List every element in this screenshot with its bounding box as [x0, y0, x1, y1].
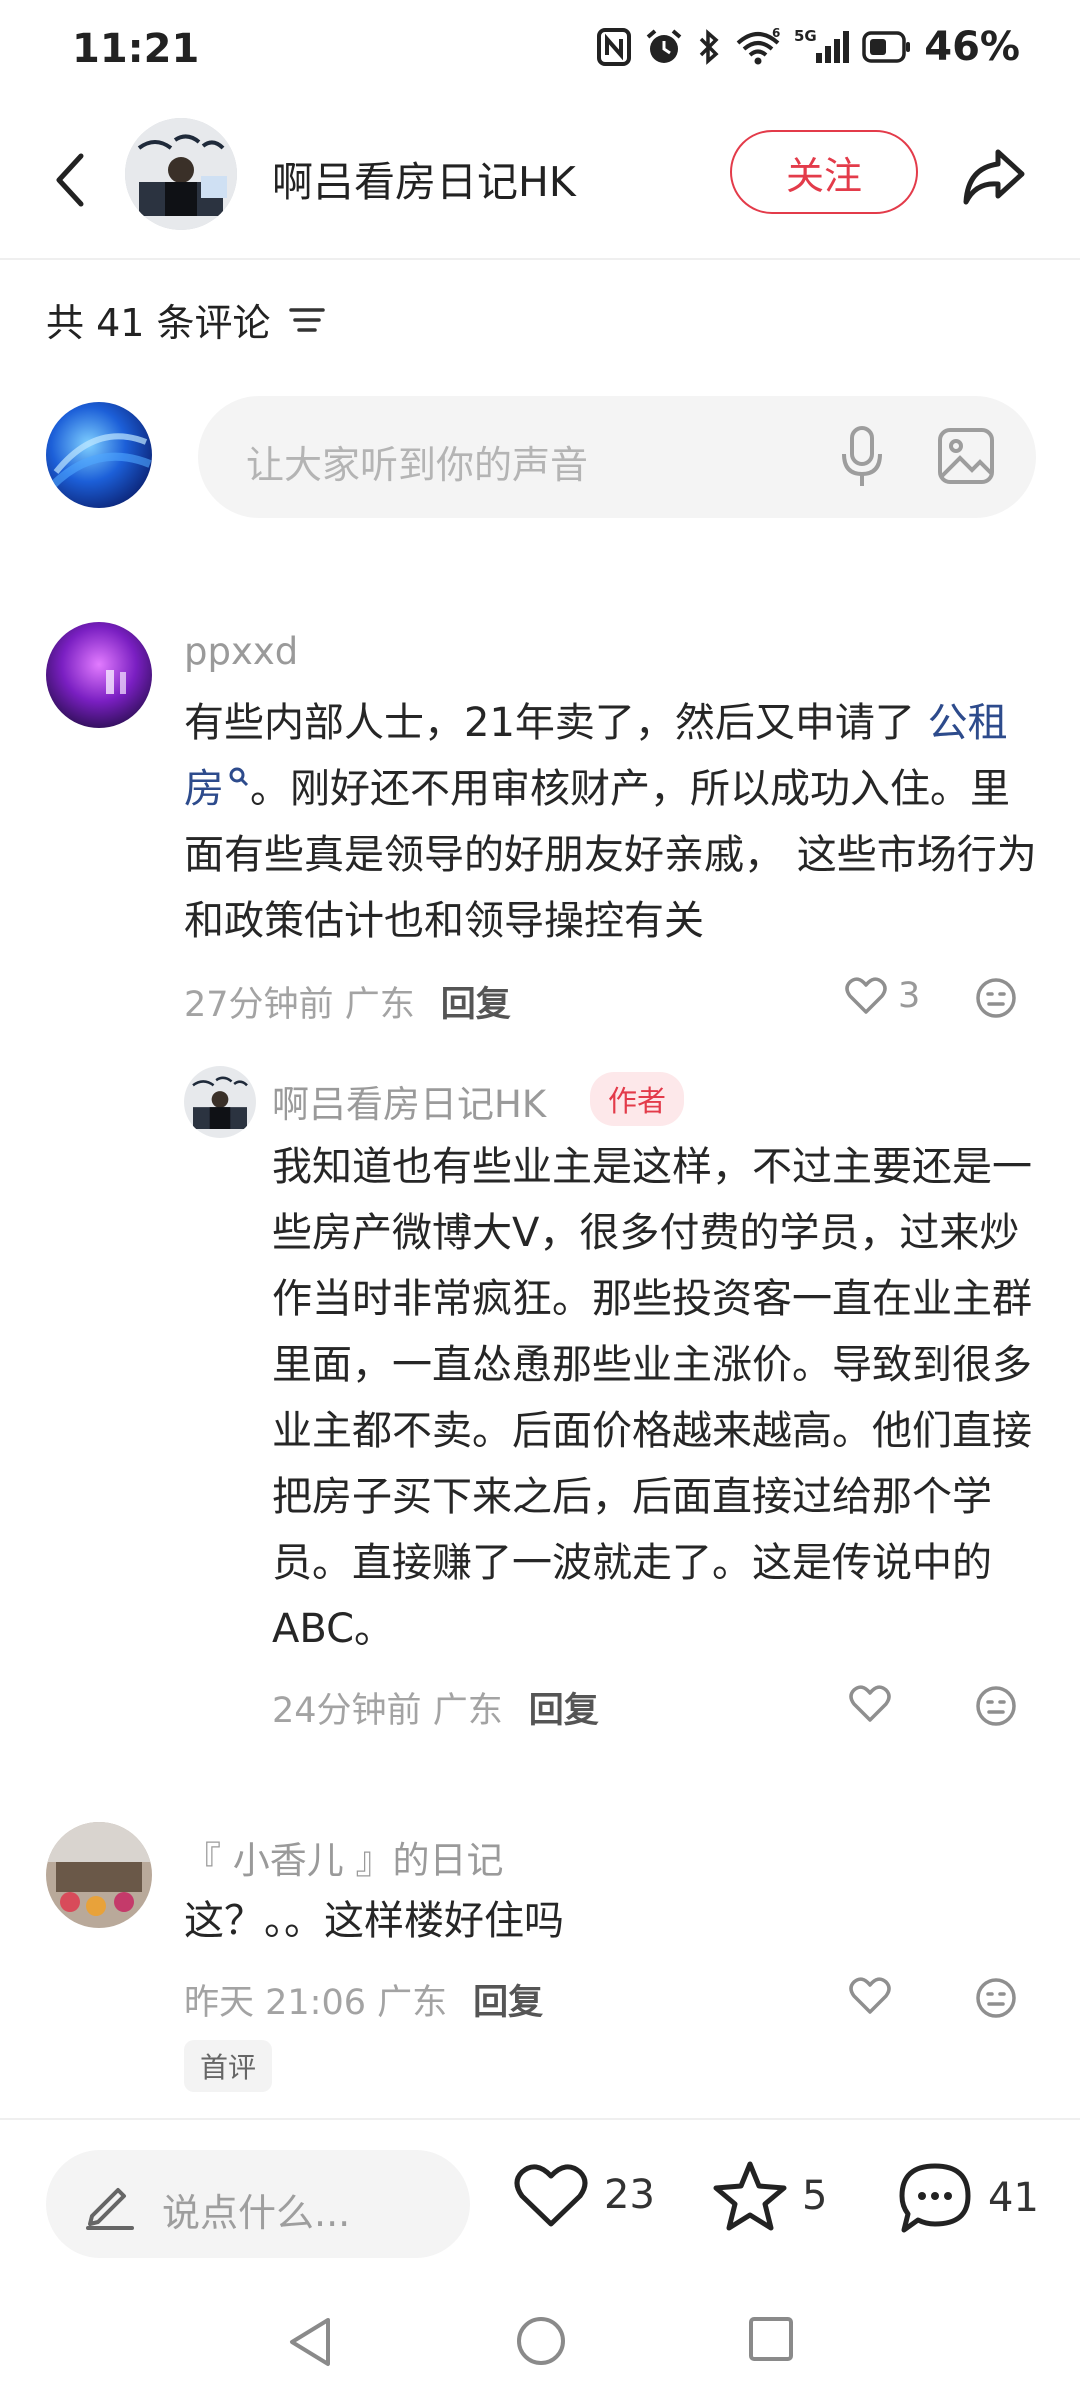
- battery-level: 46%: [924, 24, 1020, 70]
- nav-home-button[interactable]: [514, 2314, 568, 2372]
- reply-text: 我知道也有些业主是这样，不过主要还是一些房产微博大V，很多付费的学员，过来炒作当…: [272, 1144, 1032, 1652]
- wifi-level-text: 6: [772, 27, 780, 40]
- replier-avatar[interactable]: [184, 1066, 256, 1138]
- post-comment-button[interactable]: 41: [896, 2160, 1039, 2236]
- microphone-icon[interactable]: [838, 424, 886, 490]
- my-avatar: [46, 402, 152, 508]
- share-icon: [963, 149, 1025, 205]
- comment-count: 共 41 条评论: [46, 301, 271, 345]
- heart-icon: [849, 1977, 891, 2014]
- signal-icon: 5G: [794, 27, 850, 63]
- comment-time: 昨天 21:06: [184, 1983, 366, 2023]
- comment-time: 27分钟前: [184, 985, 334, 1025]
- heart-icon: [514, 2164, 588, 2227]
- comment-text: 这？。。这样楼好住吗: [184, 1898, 564, 1944]
- commenter-name[interactable]: 『 小香儿 』的日记: [184, 1830, 504, 1884]
- heart-icon: [845, 977, 887, 1014]
- comment-location: 广东: [377, 1983, 448, 2023]
- comment-count-row: 共 41 条评论: [46, 292, 325, 347]
- reply-button[interactable]: 回复: [473, 1974, 543, 2025]
- avatar-image: [125, 118, 237, 230]
- react-button[interactable]: [974, 976, 1018, 1024]
- avatar-image: [46, 402, 152, 508]
- comment-input-placeholder: 让大家听到你的声音: [246, 443, 589, 487]
- network-type-text: 5G: [794, 27, 817, 45]
- avatar-image: [46, 622, 152, 728]
- heart-icon: [849, 1685, 891, 1722]
- search-icon: [229, 767, 249, 786]
- battery-icon: [862, 31, 911, 63]
- system-nav-bar: [0, 2290, 1080, 2400]
- emoji-face-icon: [976, 1686, 1016, 1726]
- author-badge: 作者: [590, 1072, 685, 1126]
- comment-meta: 27分钟前 广东 回复: [184, 976, 511, 1027]
- comment-text: 有些内部人士，21年卖了，然后又申请了 公租房 。刚好还不用审核财产，所以成功入住…: [184, 690, 1040, 954]
- post-comment-count: 41: [988, 2175, 1039, 2221]
- bottom-comment-input[interactable]: 说点什么...: [46, 2150, 470, 2258]
- like-count: 3: [898, 976, 921, 1016]
- nav-recents-button[interactable]: [746, 2314, 796, 2368]
- like-button[interactable]: [848, 1684, 892, 1724]
- emoji-face-icon: [976, 1978, 1016, 2018]
- triangle-back-icon: [290, 2318, 330, 2366]
- circle-home-icon: [517, 2317, 565, 2365]
- nav-back-button[interactable]: [284, 2314, 334, 2374]
- commenter-avatar[interactable]: [46, 622, 152, 728]
- reply-button[interactable]: 回复: [441, 976, 511, 1027]
- status-icons: 6 5G 46%: [596, 24, 1020, 70]
- reply-button[interactable]: 回复: [529, 1682, 599, 1733]
- commenter-avatar[interactable]: [46, 1822, 152, 1928]
- alarm-icon: [646, 29, 682, 63]
- pencil-icon: [86, 2188, 134, 2230]
- sort-filter-icon[interactable]: [288, 304, 325, 336]
- avatar-image: [46, 1822, 152, 1928]
- wifi-icon: 6: [736, 27, 781, 65]
- replier-name[interactable]: 啊吕看房日记HK: [272, 1074, 546, 1128]
- chevron-left-icon: [56, 153, 84, 207]
- post-favorite-count: 5: [802, 2173, 828, 2219]
- bottom-action-bar: 说点什么... 23 5 41: [0, 2118, 1080, 2288]
- comment-location: 广东: [344, 985, 415, 1025]
- first-comment-badge: 首评: [184, 2040, 273, 2092]
- follow-button[interactable]: 关注: [730, 130, 918, 214]
- avatar-image: [184, 1066, 256, 1138]
- comments-page: { "status_bar": { "time": "11:21", "netw…: [0, 0, 1080, 2400]
- reply-location: 广东: [432, 1691, 503, 1731]
- back-button[interactable]: [40, 142, 100, 218]
- post-favorite-button[interactable]: 5: [712, 2160, 827, 2232]
- commenter-name[interactable]: ppxxd: [184, 630, 298, 673]
- comment-text-part: 有些内部人士，21年卖了，然后又申请了: [184, 700, 915, 746]
- comment-time-location: 昨天 21:06 广东: [184, 1974, 447, 2025]
- bottom-input-placeholder: 说点什么...: [162, 2191, 351, 2235]
- image-icon[interactable]: [936, 426, 996, 486]
- header: 啊吕看房日记HK 关注: [0, 100, 1080, 260]
- reply-time: 24分钟前: [272, 1691, 422, 1731]
- emoji-face-icon: [976, 978, 1016, 1018]
- react-button[interactable]: [974, 1976, 1018, 2024]
- nfc-icon: [597, 28, 632, 66]
- account-name[interactable]: 啊吕看房日记HK: [272, 148, 576, 208]
- comment-meta: 昨天 21:06 广东 回复: [184, 1974, 543, 2025]
- like-button[interactable]: 3: [844, 976, 920, 1016]
- comment-time-location: 27分钟前 广东: [184, 976, 415, 1027]
- bluetooth-icon: [700, 29, 719, 65]
- like-button[interactable]: [848, 1976, 892, 2016]
- clock: 11:21: [72, 26, 200, 72]
- reply-meta: 24分钟前 广东 回复: [272, 1682, 599, 1733]
- account-avatar[interactable]: [125, 118, 237, 230]
- status-bar: 11:21 6 5G 46%: [0, 0, 1080, 100]
- react-button[interactable]: [974, 1684, 1018, 1732]
- star-icon: [713, 2161, 787, 2231]
- square-recents-icon: [749, 2317, 793, 2361]
- post-like-count: 23: [604, 2172, 655, 2218]
- chat-bubble-icon: [899, 2163, 971, 2233]
- comment-input[interactable]: 让大家听到你的声音: [198, 396, 1036, 518]
- share-button[interactable]: [958, 140, 1030, 212]
- comment-text-part: 。刚好还不用审核财产，所以成功入住。里面有些真是领导的好朋友好亲戚， 这些市场行…: [184, 766, 1037, 944]
- reply-time-location: 24分钟前 广东: [272, 1682, 503, 1733]
- post-like-button[interactable]: 23: [512, 2160, 655, 2230]
